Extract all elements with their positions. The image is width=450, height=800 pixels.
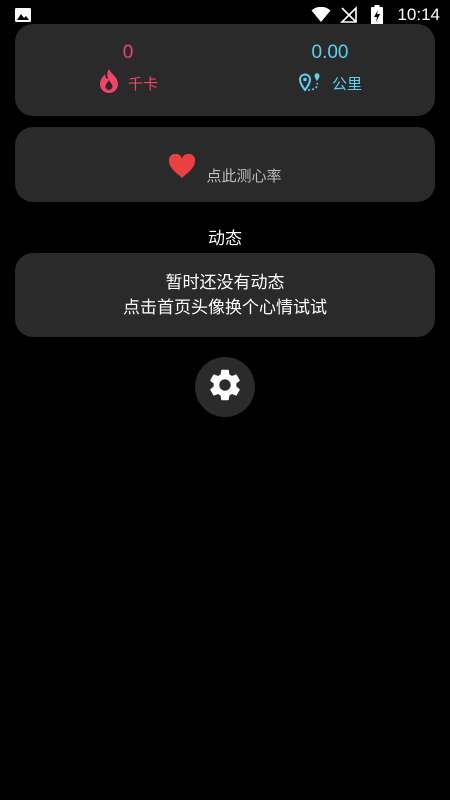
no-signal-icon [339,5,359,25]
gear-icon [206,366,244,408]
fire-icon [98,68,120,98]
distance-stat[interactable]: 0.00 公里 [225,42,435,96]
empty-message: 暂时还没有动态 点击首页头像换个心情试试 [15,271,435,321]
calories-stat[interactable]: 0 千卡 [23,42,233,96]
wifi-icon [311,5,331,25]
battery-charging-icon [367,5,387,25]
settings-button[interactable] [195,357,255,417]
heart-rate-label: 点此测心率 [206,167,282,185]
status-time: 10:14 [397,5,440,24]
section-title: 动态 [208,229,242,249]
heart-rate-card[interactable]: 点此测心率 [15,127,435,202]
heart-icon [168,153,196,183]
calories-value: 0 [122,42,134,63]
distance-value: 0.00 [311,42,349,63]
distance-label: 公里 [331,74,362,93]
empty-message-line1: 暂时还没有动态 [165,273,285,293]
empty-message-line2: 点击首页头像换个心情试试 [123,298,327,318]
dynamics-card: 暂时还没有动态 点击首页头像换个心情试试 [15,253,435,337]
location-route-icon [298,69,324,97]
calories-label: 千卡 [127,74,158,93]
image-icon [14,7,32,23]
stats-card: 0 千卡 0.00 公里 [15,24,435,116]
